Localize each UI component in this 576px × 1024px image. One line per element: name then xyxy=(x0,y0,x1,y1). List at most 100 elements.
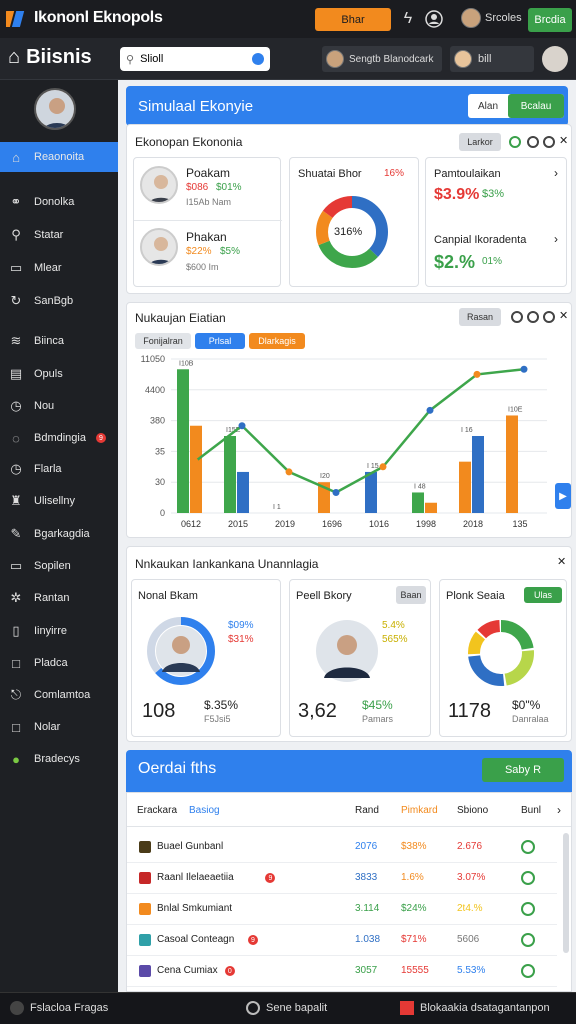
account-switcher-2[interactable]: bill xyxy=(450,46,534,72)
row-status-icon[interactable] xyxy=(521,902,535,916)
col-header[interactable]: Basiog xyxy=(189,805,220,816)
orange-action-button[interactable]: Bhar xyxy=(315,8,391,31)
sidebar-item-label: Bdmdingia xyxy=(34,432,86,444)
row-status-icon[interactable] xyxy=(521,933,535,947)
gear-icon: ✲ xyxy=(10,590,22,605)
notification-badge: 9 xyxy=(265,873,276,883)
legend-item-1[interactable]: Fonijalran xyxy=(135,333,191,349)
col-header[interactable]: Erackara xyxy=(137,805,177,816)
close-icon[interactable]: ✕ xyxy=(557,555,566,568)
header-bar: ⌂ Biisnis ⚲ Sengtb Blanodcark bill xyxy=(0,38,576,80)
person1-green: $01% xyxy=(216,182,242,193)
sidebar-item-0[interactable]: ⌂ Reaonoita xyxy=(0,142,118,172)
col-header[interactable]: Bunl xyxy=(521,805,541,816)
help-icon[interactable] xyxy=(543,136,555,148)
col-header[interactable]: Sbiono xyxy=(457,805,488,816)
footer-mid[interactable]: Sene bapalit xyxy=(246,1001,327,1015)
legend-item-2[interactable]: Prlsal xyxy=(195,333,245,349)
table-row[interactable]: Cena Cumiax 0 3057 15555 5.53% xyxy=(127,957,557,987)
row-logo-icon xyxy=(139,965,151,977)
sidebar-item-13[interactable]: ✲ Rantan xyxy=(0,583,118,613)
sidebar-item-11[interactable]: ✎ Bgarkagdia xyxy=(0,519,118,549)
sidebar-item-18[interactable]: ● Bradecys xyxy=(0,744,118,774)
exit-icon: ⎋ xyxy=(10,687,22,702)
chevron-right-icon[interactable]: › xyxy=(554,232,558,246)
avatar[interactable] xyxy=(34,88,76,130)
subcard3-title: Plonk Seaia xyxy=(446,590,505,602)
footer-left-label: Fslacloa Fragas xyxy=(30,1002,109,1014)
table-scrollbar[interactable] xyxy=(563,833,569,953)
person1-sub: I15Ab Nam xyxy=(186,197,232,207)
user-avatar[interactable] xyxy=(542,46,568,72)
search-box[interactable]: ⚲ xyxy=(120,47,270,71)
table-row[interactable]: Bnlal Smkumiant 3.114 $24% 2t4.% xyxy=(127,895,557,925)
sidebar-item-6[interactable]: ▤ Opuls xyxy=(0,359,118,389)
sidebar-item-3[interactable]: ▭ Mlear xyxy=(0,253,118,283)
sidebar-item-10[interactable]: ♜ Ulisellny xyxy=(0,486,118,516)
sidebar-item-15[interactable]: □ Pladca xyxy=(0,648,118,678)
sidebar-item-12[interactable]: ▭ Sopilen xyxy=(0,551,118,581)
settings-icon[interactable] xyxy=(527,136,539,148)
trend-point-2 xyxy=(285,468,293,476)
close-icon[interactable]: ✕ xyxy=(559,309,568,322)
table-row[interactable]: Casoal Conteagn 9 1.038 $71% 5606 xyxy=(127,926,557,956)
close-icon[interactable]: ✕ xyxy=(559,134,568,147)
row-name: Buael Gunbanl xyxy=(157,841,224,852)
y-tick-label: 4400 xyxy=(145,385,165,395)
green-action-button[interactable]: Brcdia xyxy=(528,8,572,32)
bar-data-label: I10E xyxy=(508,406,523,413)
clock-icon: ◷ xyxy=(10,461,22,476)
right-card-green-small: 01% xyxy=(482,256,503,267)
sidebar-item-14[interactable]: ▯ Iinyirre xyxy=(0,616,118,646)
economy-pill[interactable]: Larkor xyxy=(459,133,501,151)
sidebar-item-2[interactable]: ⚲ Statar xyxy=(0,220,118,250)
table-row[interactable]: Raanl Ilelaeaetiia 9 3833 1.6% 3.07% xyxy=(127,864,557,894)
sidebar-item-17[interactable]: □ Nolar xyxy=(0,712,118,742)
search-icon: ⚲ xyxy=(126,53,135,66)
document-icon: ▤ xyxy=(9,366,23,381)
sidebar-item-9[interactable]: ◷ Flarla xyxy=(0,454,118,484)
sidebar-item-7[interactable]: ◷ Nou xyxy=(0,391,118,421)
toggle-right[interactable]: Bcalau xyxy=(508,94,564,118)
profile-icon[interactable] xyxy=(424,9,444,29)
row-cell-c3: 5606 xyxy=(457,934,480,945)
chevron-right-icon[interactable]: › xyxy=(554,166,558,180)
table-header: Oerdai fths Saby R xyxy=(126,750,572,792)
row-logo-icon xyxy=(139,841,151,853)
page-title-text: Biisnis xyxy=(26,46,92,68)
row-status-icon[interactable] xyxy=(521,840,535,854)
toggle-left[interactable]: Alan xyxy=(468,94,508,118)
sidebar-item-16[interactable]: ⎋ Comlamtoa xyxy=(0,680,118,710)
col-header[interactable]: Pimkard xyxy=(401,805,438,816)
subcard1-value: 108 xyxy=(142,700,176,722)
row-cell-c1: 3.114 xyxy=(355,903,380,914)
col-header[interactable]: Rand xyxy=(355,805,379,816)
subcard3-pill[interactable]: Ulas xyxy=(524,587,562,603)
sidebar-item-8[interactable]: ◌ Bdmdingia 9 xyxy=(0,423,118,453)
sidebar-item-5[interactable]: ≋ Biinca xyxy=(0,326,118,356)
clock-icon[interactable] xyxy=(511,311,523,323)
chart-pill[interactable]: Rasan xyxy=(459,308,501,326)
row-status-icon[interactable] xyxy=(521,964,535,978)
chevron-right-icon[interactable]: › xyxy=(557,803,561,817)
lightning-icon[interactable]: ϟ xyxy=(398,9,418,29)
legend-item-3[interactable]: Dlarkagis xyxy=(249,333,305,349)
table-row[interactable]: Buael Gunbanl 2076 $38% 2.676 xyxy=(127,833,557,863)
avatar xyxy=(140,228,178,266)
footer-left[interactable]: Fslacloa Fragas xyxy=(10,1001,108,1015)
simulation-toggle[interactable]: Alan Bcalau xyxy=(468,94,564,118)
footer-right[interactable]: Blokaakia dsatagantanpon xyxy=(400,1001,550,1015)
row-status-icon[interactable] xyxy=(521,871,535,885)
subcard2-pill[interactable]: Baan xyxy=(396,586,426,604)
status-icon[interactable] xyxy=(509,136,521,148)
sidebar-item-4[interactable]: ↻ SanBgb xyxy=(0,286,118,316)
top-user-menu[interactable]: Srcoles xyxy=(461,8,522,28)
table-action-button[interactable]: Saby R xyxy=(482,758,564,782)
settings-icon[interactable] xyxy=(527,311,539,323)
search-input[interactable] xyxy=(140,53,231,65)
search-submit-icon[interactable] xyxy=(252,53,264,65)
chart-scroll-right-button[interactable]: ▶ xyxy=(555,483,571,509)
help-icon[interactable] xyxy=(543,311,555,323)
sidebar-item-1[interactable]: ⚭ Donolka xyxy=(0,187,118,217)
account-switcher-1[interactable]: Sengtb Blanodcark xyxy=(322,46,442,72)
